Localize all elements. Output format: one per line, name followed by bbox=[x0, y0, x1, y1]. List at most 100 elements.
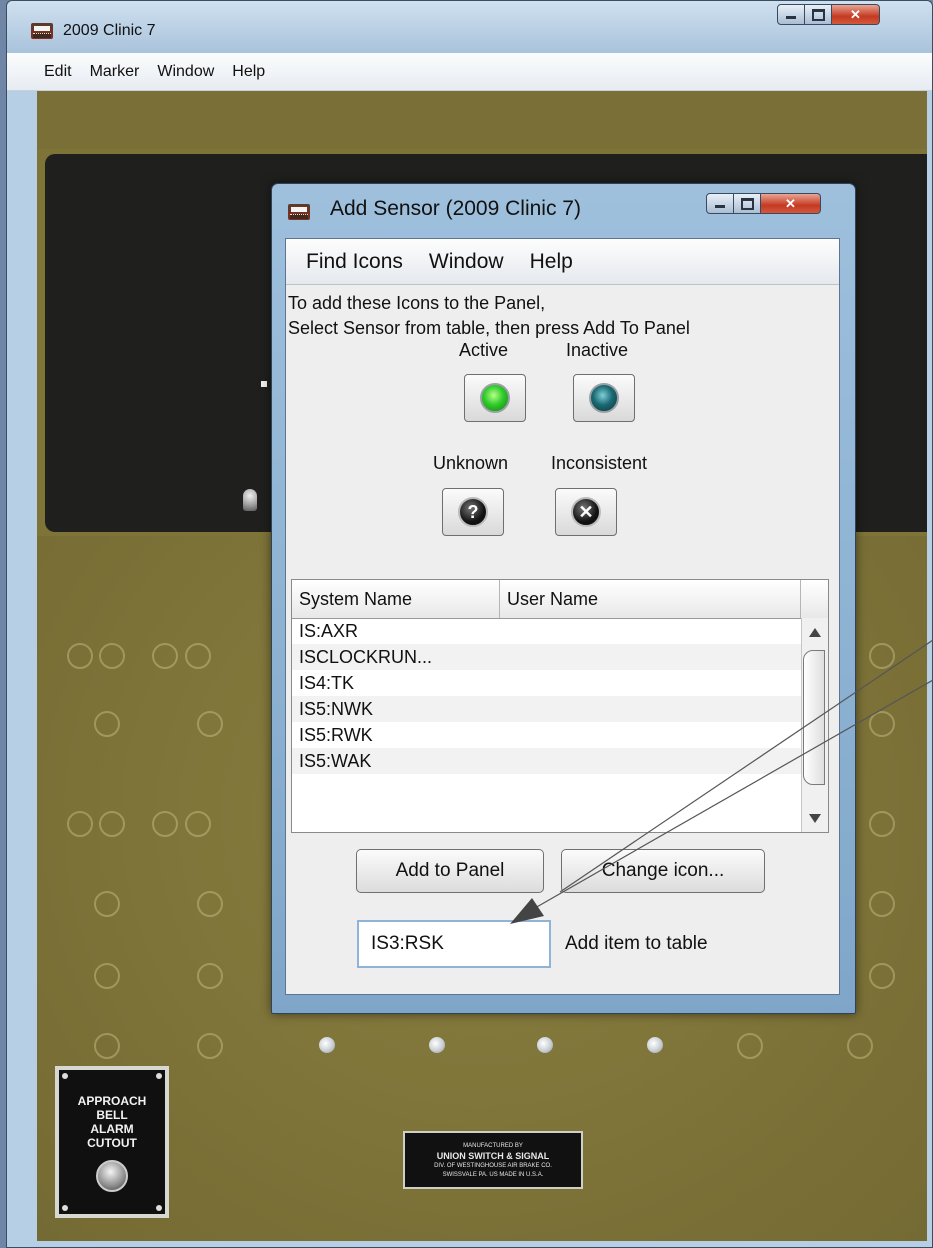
panel-ring bbox=[94, 963, 120, 989]
maker-plate: MANUFACTURED BY UNION SWITCH & SIGNAL DI… bbox=[403, 1131, 583, 1189]
outer-title-bar[interactable]: 2009 Clinic 7 ✕ bbox=[7, 1, 932, 53]
scroll-thumb[interactable] bbox=[803, 650, 825, 785]
panel-ring bbox=[94, 711, 120, 737]
maker-line-4: SWISSVALE PA. US MADE IN U.S.A. bbox=[442, 1172, 544, 1178]
unknown-label: Unknown bbox=[433, 453, 509, 473]
column-user-name[interactable]: User Name bbox=[500, 580, 801, 618]
dialog-menu-bar: Find Icons Window Help bbox=[286, 239, 839, 285]
dialog-maximize-button[interactable] bbox=[734, 193, 761, 214]
maker-line-3: DIV. OF WESTINGHOUSE AIR BRAKE CO. bbox=[434, 1163, 552, 1169]
column-system-name[interactable]: System Name bbox=[292, 580, 500, 618]
panel-ring bbox=[94, 1033, 120, 1059]
menu-find-icons[interactable]: Find Icons bbox=[306, 250, 403, 274]
inconsistent-label: Inconsistent bbox=[551, 453, 648, 473]
panel-ring bbox=[185, 811, 211, 837]
instruction-line-1: To add these Icons to the Panel, bbox=[288, 293, 546, 313]
maker-line-2: UNION SWITCH & SIGNAL bbox=[436, 1151, 550, 1161]
add-item-label: Add item to table bbox=[565, 933, 708, 954]
menu-help[interactable]: Help bbox=[530, 250, 573, 274]
table-row[interactable]: IS4:TK bbox=[292, 670, 802, 696]
plate-line: CUTOUT bbox=[87, 1136, 137, 1150]
system-name-input[interactable] bbox=[357, 920, 551, 968]
active-label: Active bbox=[459, 340, 509, 360]
plate-line: ALARM bbox=[90, 1122, 134, 1136]
green-led-icon bbox=[480, 383, 510, 413]
panel-ring bbox=[869, 891, 895, 917]
teal-led-icon bbox=[589, 383, 619, 413]
minimize-icon bbox=[786, 16, 796, 19]
maximize-icon bbox=[811, 8, 825, 21]
panel-ring bbox=[737, 1033, 763, 1059]
table-row[interactable]: IS5:NWK bbox=[292, 696, 802, 722]
panel-ring bbox=[197, 1033, 223, 1059]
dialog-content: Find Icons Window Help To add these Icon… bbox=[285, 238, 840, 995]
x-icon: ✕ bbox=[571, 497, 601, 527]
panel-ring bbox=[94, 891, 120, 917]
menu-window[interactable]: Window bbox=[429, 250, 504, 274]
dialog-caption-buttons: ✕ bbox=[706, 193, 821, 214]
table-scrollbar[interactable] bbox=[801, 618, 828, 832]
panel-ring bbox=[197, 891, 223, 917]
outer-window-title: 2009 Clinic 7 bbox=[63, 22, 156, 39]
table-row[interactable]: ISCLOCKRUN... bbox=[292, 644, 802, 670]
unknown-icon-button[interactable]: ? bbox=[442, 488, 504, 536]
app-train-icon bbox=[288, 204, 310, 220]
indicator-lamp[interactable] bbox=[537, 1037, 553, 1053]
panel-ring bbox=[152, 643, 178, 669]
indicator-lamp[interactable] bbox=[319, 1037, 335, 1053]
dialog-minimize-button[interactable] bbox=[706, 193, 734, 214]
scroll-up-icon[interactable] bbox=[809, 628, 821, 637]
outer-close-button[interactable]: ✕ bbox=[832, 4, 880, 25]
close-icon: ✕ bbox=[785, 195, 796, 211]
plate-line: APPROACH bbox=[77, 1094, 147, 1108]
outer-caption-buttons: ✕ bbox=[777, 4, 880, 25]
indicator-lamp[interactable] bbox=[647, 1037, 663, 1053]
change-icon-button[interactable]: Change icon... bbox=[561, 849, 765, 893]
inconsistent-icon-button[interactable]: ✕ bbox=[555, 488, 617, 536]
screw-icon bbox=[156, 1205, 162, 1211]
panel-ring bbox=[847, 1033, 873, 1059]
track-marker bbox=[261, 381, 267, 387]
dialog-title: Add Sensor (2009 Clinic 7) bbox=[330, 197, 581, 220]
menu-marker[interactable]: Marker bbox=[81, 63, 149, 81]
active-icon-button[interactable] bbox=[464, 374, 526, 422]
instruction-line-2: Select Sensor from table, then press Add… bbox=[288, 318, 690, 338]
bell-cutout-knob[interactable] bbox=[96, 1160, 128, 1192]
panel-ring bbox=[197, 711, 223, 737]
panel-top-strip bbox=[37, 91, 927, 149]
sensor-table[interactable]: System Name User Name IS:AXR ISCLOCKRUN.… bbox=[291, 579, 829, 833]
menu-window[interactable]: Window bbox=[148, 63, 223, 81]
screw-icon bbox=[62, 1073, 68, 1079]
screw-icon bbox=[62, 1205, 68, 1211]
panel-ring bbox=[869, 811, 895, 837]
panel-ring bbox=[185, 643, 211, 669]
inactive-icon-button[interactable] bbox=[573, 374, 635, 422]
indicator-lamp[interactable] bbox=[429, 1037, 445, 1053]
close-icon: ✕ bbox=[850, 6, 861, 22]
panel-ring bbox=[869, 711, 895, 737]
add-to-panel-button[interactable]: Add to Panel bbox=[356, 849, 544, 893]
plate-line: BELL bbox=[96, 1108, 128, 1122]
outer-maximize-button[interactable] bbox=[805, 4, 832, 25]
panel-ring bbox=[99, 643, 125, 669]
menu-edit[interactable]: Edit bbox=[35, 63, 81, 81]
screw-icon bbox=[156, 1073, 162, 1079]
panel-ring bbox=[869, 963, 895, 989]
outer-minimize-button[interactable] bbox=[777, 4, 805, 25]
panel-ring bbox=[99, 811, 125, 837]
instructions: To add these Icons to the Panel, Select … bbox=[288, 291, 690, 341]
menu-help[interactable]: Help bbox=[223, 63, 274, 81]
question-icon: ? bbox=[458, 497, 488, 527]
table-row[interactable]: IS5:WAK bbox=[292, 748, 802, 774]
panel-ring bbox=[869, 643, 895, 669]
minimize-icon bbox=[715, 205, 725, 208]
maximize-icon bbox=[740, 197, 754, 210]
dialog-close-button[interactable]: ✕ bbox=[761, 193, 821, 214]
scroll-down-icon[interactable] bbox=[809, 814, 821, 823]
key-switch-icon[interactable] bbox=[243, 489, 257, 511]
table-row[interactable]: IS5:RWK bbox=[292, 722, 802, 748]
table-rows: IS:AXR ISCLOCKRUN... IS4:TK IS5:NWK IS5:… bbox=[292, 618, 802, 774]
add-sensor-dialog: Add Sensor (2009 Clinic 7) ✕ Find Icons … bbox=[271, 183, 856, 1014]
table-row[interactable]: IS:AXR bbox=[292, 618, 802, 644]
panel-ring bbox=[152, 811, 178, 837]
